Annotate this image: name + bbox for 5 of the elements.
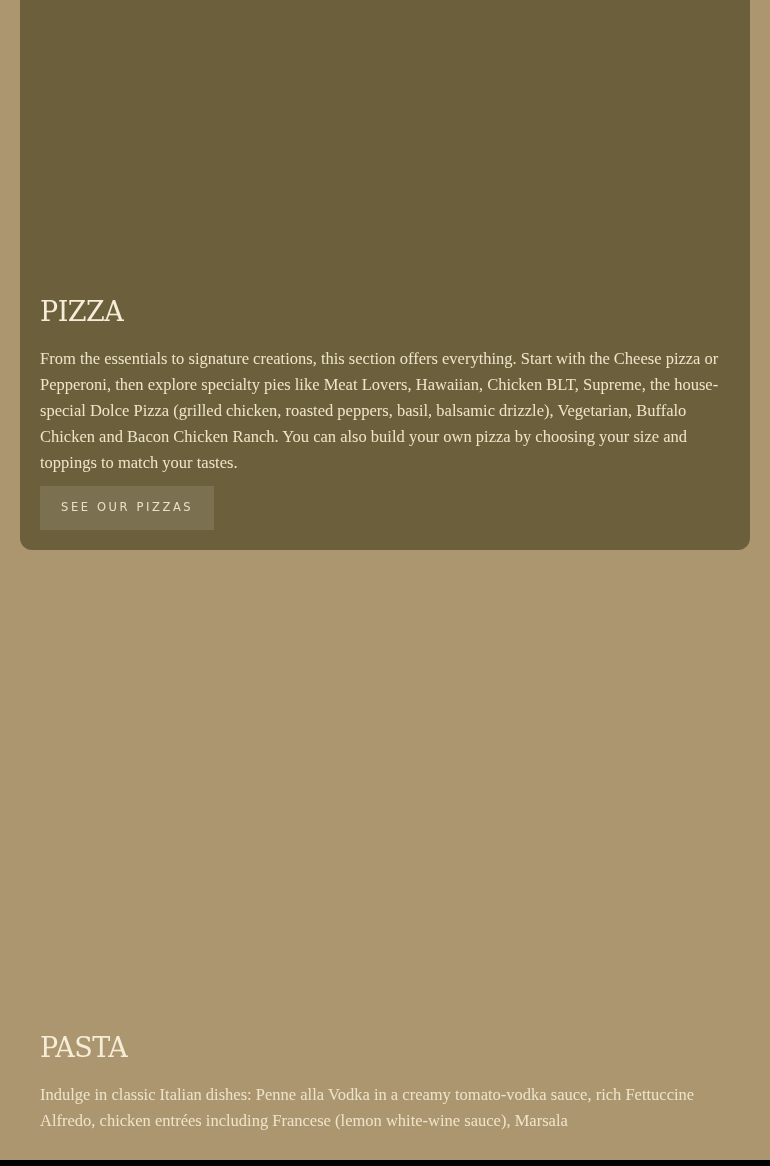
section-title: PASTA	[40, 1031, 129, 1065]
section-title: PIZZA	[40, 296, 125, 329]
section-description: From the essentials to signature creations, this section offers everything. Start with the Cheese pizza or Pepperoni, then explore specialty pies like Meat Lovers, Hawaiian, Chicken BLT, Supreme, the house-special Dolce Pizza (grilled chicken, roasted peppers, basil, balsamic drizzle), Vegetarian, Buffalo Chicken and Bacon Chicken Ranch. You can also build your own pizza by choosing your size and toppings to match your tastes.	[40, 348, 720, 475]
section-description: Indulge in classic Italian dishes: Penne alla Vodka in a creamy tomato-vodka sauce, rich Fettuccine Alfredo, chicken entrées including Francese (lemon white-wine sauce), Marsala	[40, 1084, 696, 1133]
see-menu-button[interactable]: SEE OUR PIZZAS	[40, 486, 215, 530]
